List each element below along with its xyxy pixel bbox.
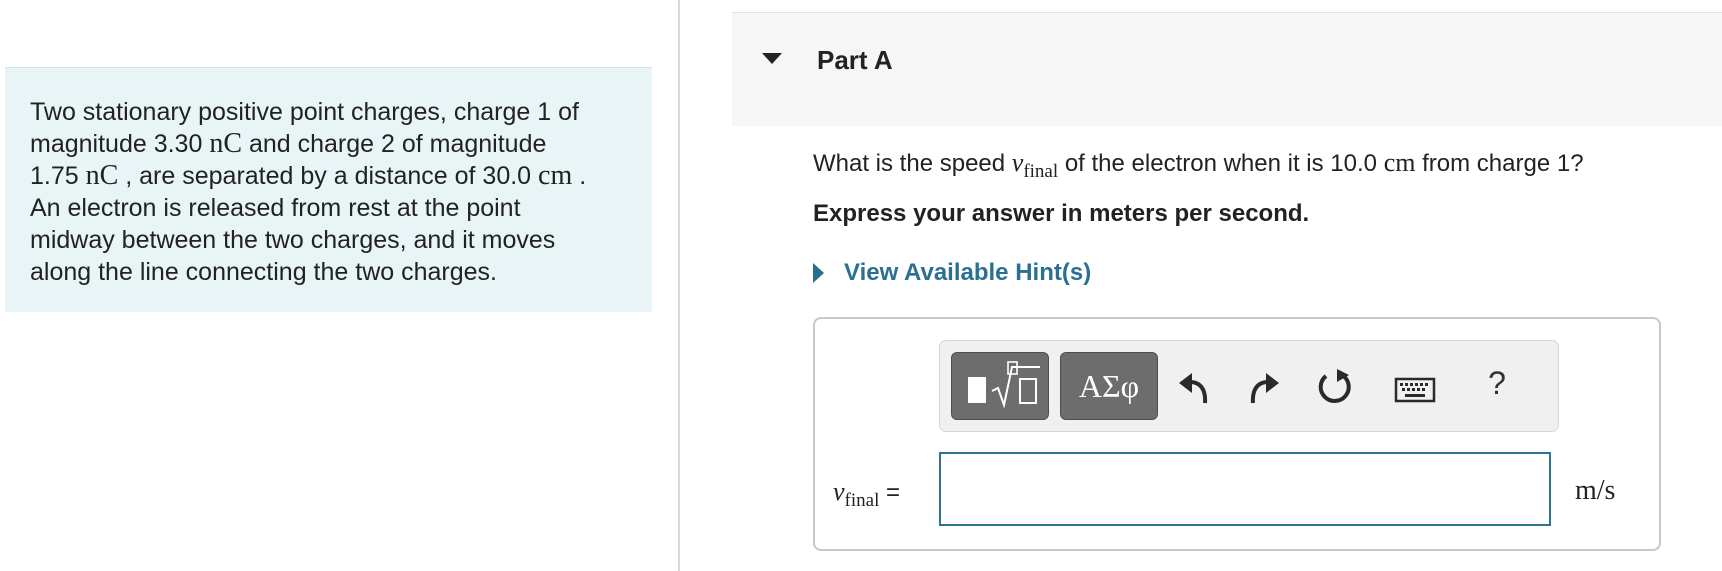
problem-line: midway between the two charges, and it m… bbox=[30, 226, 556, 254]
view-hints-link[interactable]: View Available Hint(s) bbox=[844, 259, 1091, 287]
math-toolbar: ΑΣφ ? bbox=[939, 340, 1559, 432]
problem-line: magnitude 3.30 bbox=[30, 130, 203, 158]
problem-column: Two stationary positive point charges, c… bbox=[0, 0, 678, 571]
collapse-arrow-icon[interactable] bbox=[762, 53, 782, 64]
radical-icon bbox=[991, 361, 1040, 409]
column-divider bbox=[678, 0, 680, 571]
answer-input[interactable] bbox=[939, 452, 1551, 526]
templates-icon bbox=[968, 377, 986, 403]
keyboard-icon[interactable] bbox=[1394, 367, 1436, 407]
problem-line: An electron is released from rest at the… bbox=[30, 194, 521, 222]
help-icon[interactable]: ? bbox=[1480, 365, 1514, 405]
answer-variable: v bbox=[833, 477, 845, 506]
problem-line: along the line connecting the two charge… bbox=[30, 258, 497, 286]
answer-box: ΑΣφ ? vfinal = m/s bbox=[813, 317, 1661, 551]
charge1-unit: nC bbox=[209, 128, 242, 159]
question-segment: of the electron when it is 10.0 bbox=[1058, 150, 1378, 177]
problem-text: Two stationary positive point charges, c… bbox=[30, 96, 630, 288]
answer-unit: m/s bbox=[1575, 475, 1616, 506]
problem-statement: Two stationary positive point charges, c… bbox=[5, 67, 652, 312]
problem-line: and charge 2 of magnitude bbox=[242, 130, 547, 158]
answer-instruction: Express your answer in meters per second… bbox=[813, 200, 1310, 227]
view-hints-toggle[interactable]: View Available Hint(s) bbox=[813, 258, 1091, 288]
equals-sign: = bbox=[879, 479, 901, 506]
templates-button[interactable] bbox=[951, 352, 1049, 420]
charge2-unit: nC bbox=[85, 160, 119, 191]
variable-subscript: final bbox=[1023, 161, 1059, 182]
question-text: What is the speed vfinal of the electron… bbox=[813, 148, 1584, 182]
question-segment: What is the speed bbox=[813, 150, 1012, 177]
part-header[interactable]: Part A bbox=[732, 12, 1722, 126]
part-title: Part A bbox=[817, 45, 893, 75]
part-column: Part A What is the speed vfinal of the e… bbox=[732, 0, 1722, 571]
problem-line: 1.75 bbox=[30, 162, 79, 190]
redo-icon[interactable] bbox=[1243, 367, 1283, 407]
question-unit: cm bbox=[1383, 148, 1416, 177]
answer-variable-subscript: final bbox=[844, 490, 880, 511]
answer-label: vfinal = bbox=[833, 477, 901, 511]
reset-icon[interactable] bbox=[1315, 367, 1355, 407]
greek-symbols-icon: ΑΣφ bbox=[1078, 367, 1140, 404]
expand-arrow-icon[interactable] bbox=[813, 263, 824, 283]
undo-icon[interactable] bbox=[1175, 367, 1215, 407]
question-segment: from charge 1? bbox=[1415, 150, 1584, 177]
problem-line: , are separated by a distance of 30.0 bbox=[118, 162, 532, 190]
greek-symbols-button[interactable]: ΑΣφ bbox=[1060, 352, 1158, 420]
variable-symbol: v bbox=[1011, 148, 1024, 177]
distance-unit: cm bbox=[538, 160, 573, 191]
problem-line: Two stationary positive point charges, c… bbox=[30, 98, 579, 126]
problem-line: . bbox=[572, 162, 587, 190]
